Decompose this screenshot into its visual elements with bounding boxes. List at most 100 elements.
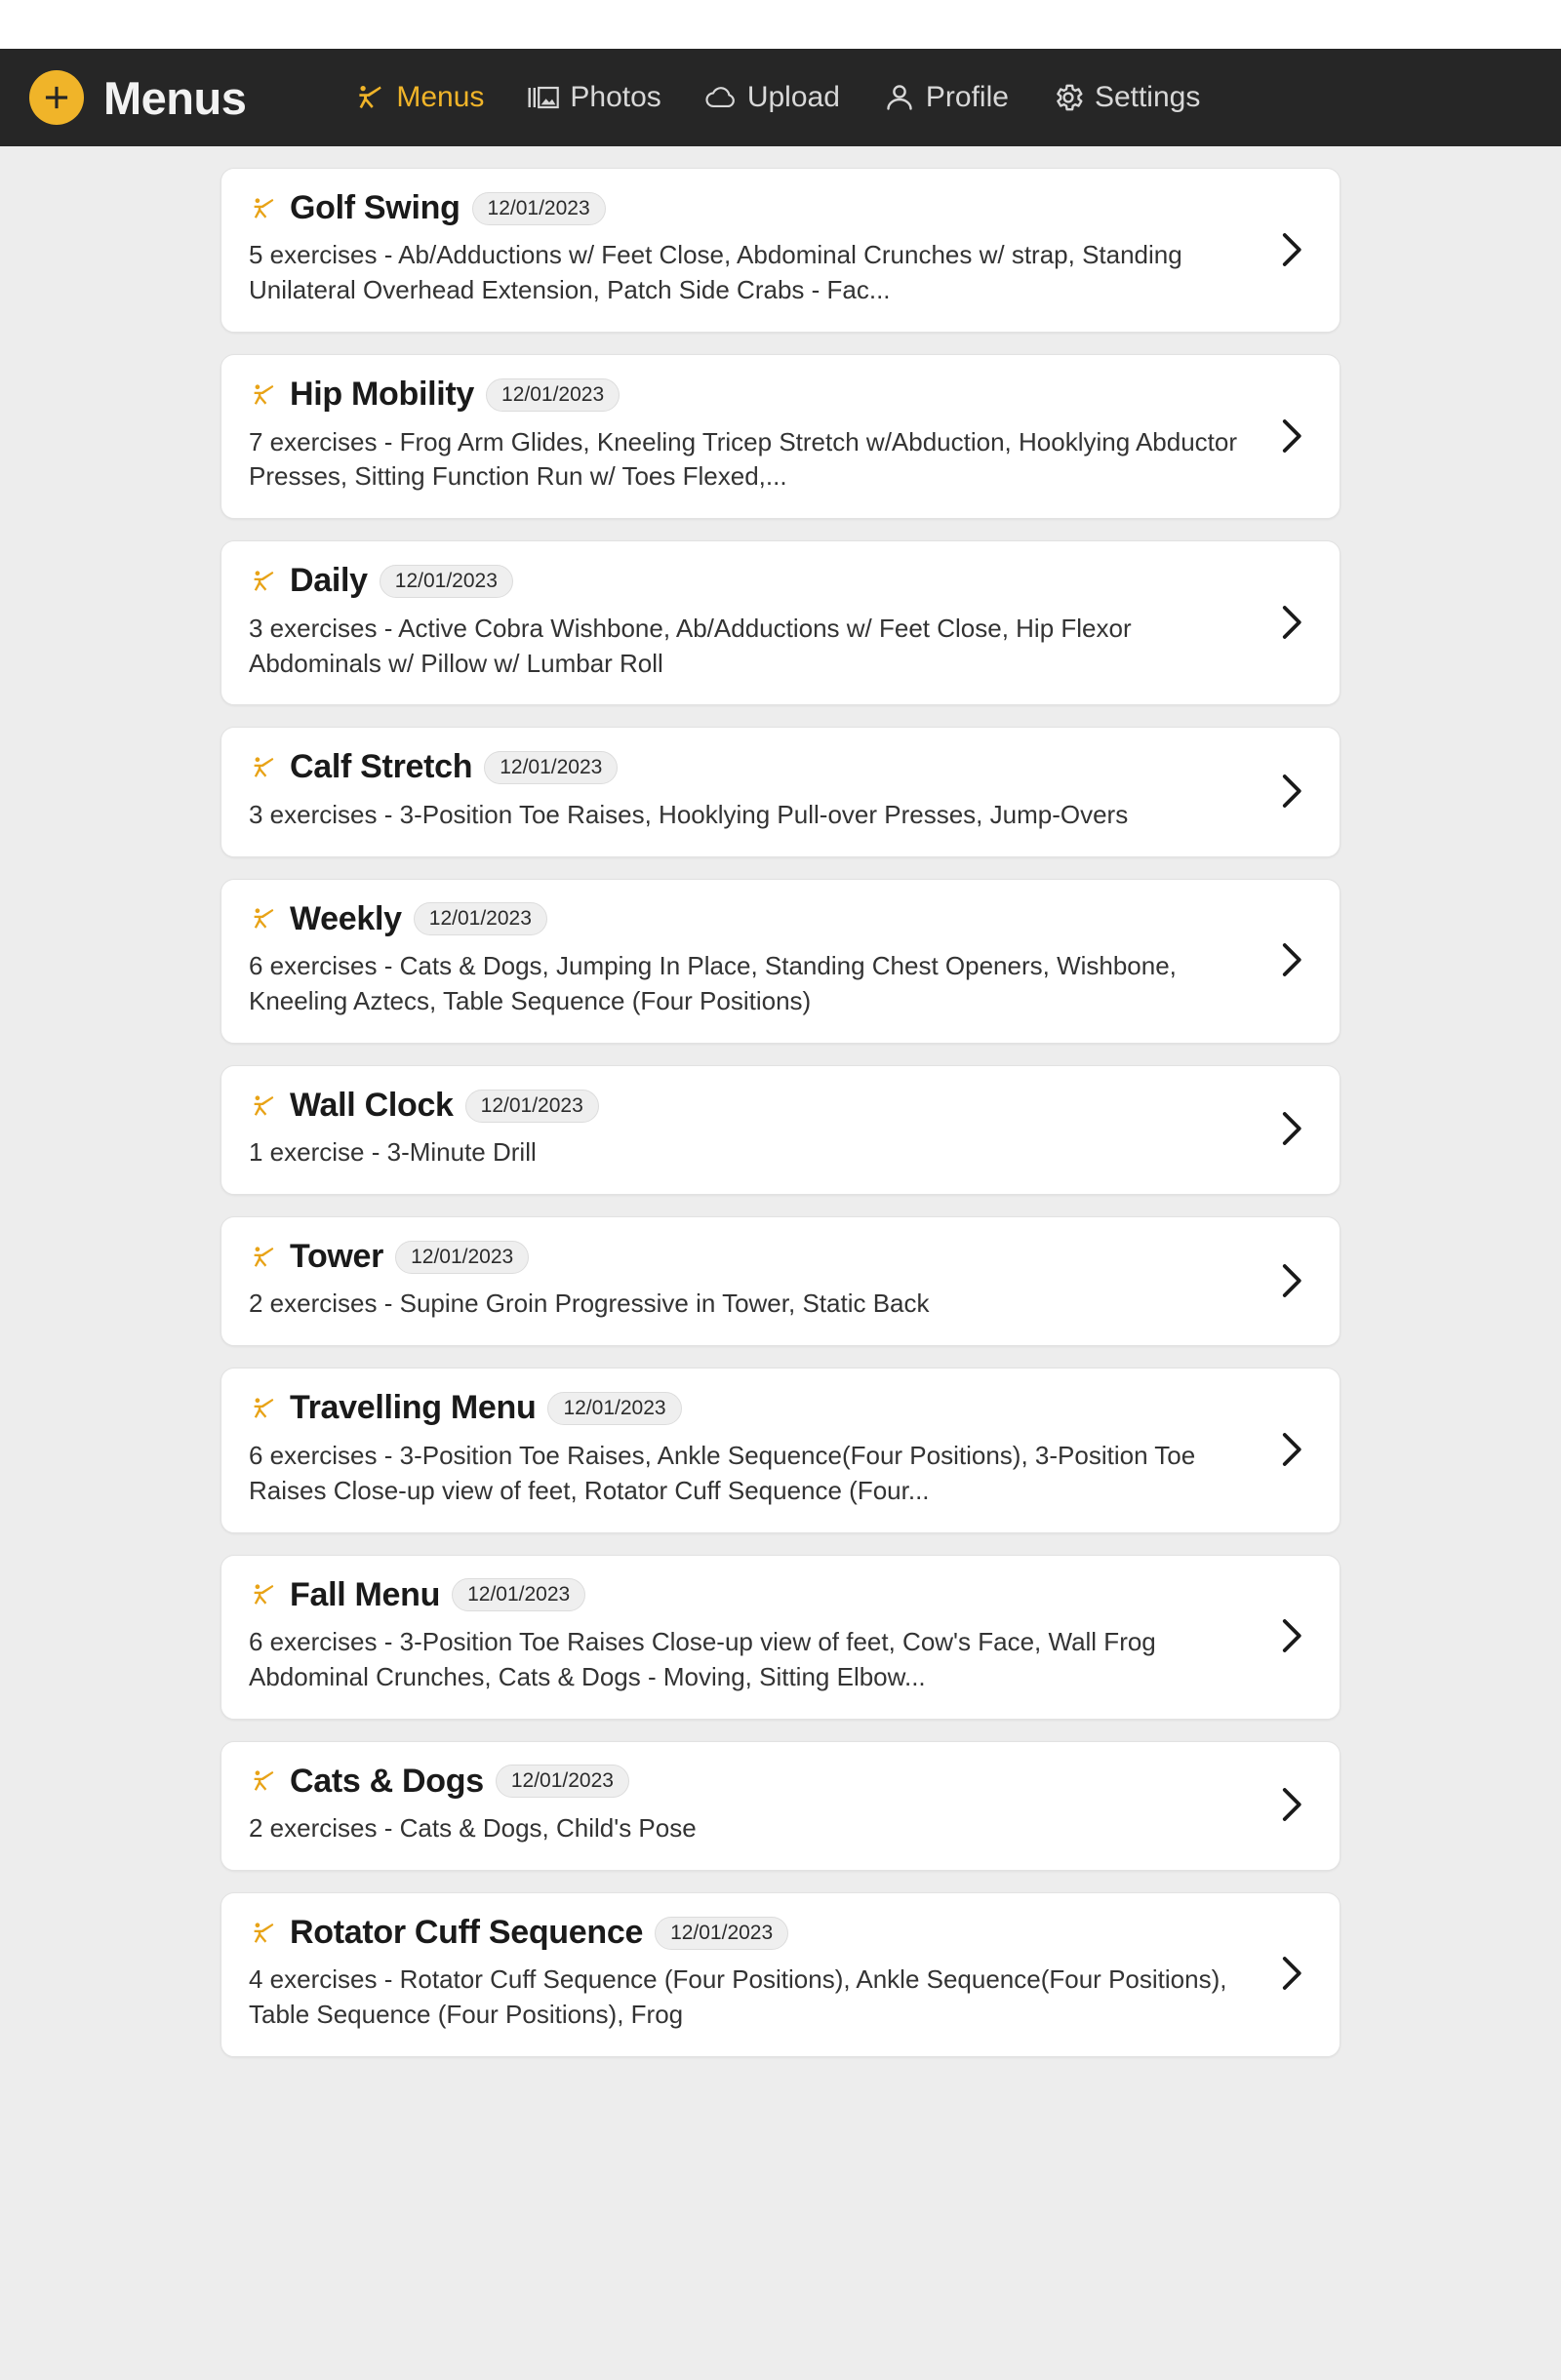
nav-label-settings: Settings: [1094, 81, 1201, 113]
chevron-right-icon[interactable]: [1269, 1952, 1312, 1995]
menu-card-date-badge: 12/01/2023: [395, 1240, 530, 1274]
menu-card-header: Hip Mobility 12/01/2023: [249, 376, 1248, 414]
menu-card[interactable]: Tower 12/01/2023 2 exercises - Supine Gr…: [220, 1216, 1341, 1347]
nav-item-profile[interactable]: Profile: [883, 81, 1009, 114]
photo-gallery-icon: [527, 81, 560, 114]
menu-card-body: Golf Swing 12/01/2023 5 exercises - Ab/A…: [249, 189, 1248, 308]
menu-card-date-badge: 12/01/2023: [379, 564, 513, 598]
menu-card[interactable]: Hip Mobility 12/01/2023 7 exercises - Fr…: [220, 354, 1341, 520]
exercise-person-icon: [249, 1765, 278, 1798]
menu-card-header: Tower 12/01/2023: [249, 1238, 1248, 1276]
menu-card-body: Travelling Menu 12/01/2023 6 exercises -…: [249, 1389, 1248, 1508]
nav-item-settings[interactable]: Settings: [1052, 81, 1200, 114]
menu-card-date-badge: 12/01/2023: [464, 1089, 599, 1123]
menu-card-date-badge: 12/01/2023: [486, 377, 620, 412]
nav-item-menus[interactable]: Menus: [353, 81, 484, 114]
nav-label-profile: Profile: [925, 81, 1009, 113]
menu-card-date-badge: 12/01/2023: [655, 1916, 789, 1950]
chevron-right-icon[interactable]: [1269, 1783, 1312, 1826]
person-icon: [883, 81, 916, 114]
menu-card-header: Fall Menu 12/01/2023: [249, 1576, 1248, 1613]
menu-card-description: 6 exercises - Cats & Dogs, Jumping In Pl…: [249, 951, 1177, 1015]
menu-card-title: Hip Mobility: [290, 376, 475, 414]
exercise-person-icon: [249, 902, 278, 935]
menu-card-body: Rotator Cuff Sequence 12/01/2023 4 exerc…: [249, 1913, 1248, 2033]
menu-card-header: Daily 12/01/2023: [249, 562, 1248, 600]
chevron-right-icon[interactable]: [1269, 1107, 1312, 1150]
menu-card-header: Travelling Menu 12/01/2023: [249, 1389, 1248, 1427]
menu-card-date-badge: 12/01/2023: [484, 751, 619, 785]
menu-card-description: 2 exercises - Supine Groin Progressive i…: [249, 1289, 930, 1319]
brand[interactable]: Menus: [29, 70, 247, 125]
cloud-upload-icon: [704, 81, 738, 114]
menu-card-description: 3 exercises - Active Cobra Wishbone, Ab/…: [249, 613, 1132, 678]
exercise-person-icon: [249, 1241, 278, 1274]
menu-card[interactable]: Cats & Dogs 12/01/2023 2 exercises - Cat…: [220, 1740, 1341, 1871]
menu-card-title: Golf Swing: [290, 189, 460, 226]
menu-card-date-badge: 12/01/2023: [471, 191, 606, 225]
menu-card-description: 1 exercise - 3-Minute Drill: [249, 1137, 537, 1168]
menu-card-description: 6 exercises - 3-Position Toe Raises, Ank…: [249, 1440, 1196, 1505]
menu-card-title: Travelling Menu: [290, 1389, 537, 1427]
menu-card-title: Daily: [290, 562, 368, 600]
menu-card-body: Calf Stretch 12/01/2023 3 exercises - 3-…: [249, 749, 1248, 832]
exercise-person-icon: [249, 565, 278, 598]
exercise-person-icon: [353, 81, 386, 114]
exercise-person-icon: [249, 1090, 278, 1123]
menu-card-title: Rotator Cuff Sequence: [290, 1913, 644, 1951]
menu-card-description: 2 exercises - Cats & Dogs, Child's Pose: [249, 1813, 697, 1844]
menu-card[interactable]: Daily 12/01/2023 3 exercises - Active Co…: [220, 540, 1341, 706]
menu-card-date-badge: 12/01/2023: [452, 1578, 586, 1612]
viewport-top-strip: [0, 0, 1561, 49]
menu-card-description: 6 exercises - 3-Position Toe Raises Clos…: [249, 1626, 1156, 1691]
nav-item-upload[interactable]: Upload: [704, 81, 840, 114]
menu-card[interactable]: Travelling Menu 12/01/2023 6 exercises -…: [220, 1368, 1341, 1533]
menu-card-description: 4 exercises - Rotator Cuff Sequence (Fou…: [249, 1964, 1227, 2030]
menu-card[interactable]: Calf Stretch 12/01/2023 3 exercises - 3-…: [220, 727, 1341, 857]
chevron-right-icon[interactable]: [1269, 1259, 1312, 1302]
menu-card-header: Weekly 12/01/2023: [249, 899, 1248, 937]
menu-card-description: 3 exercises - 3-Position Toe Raises, Hoo…: [249, 799, 1129, 829]
menu-card-title: Calf Stretch: [290, 748, 473, 786]
menu-card-description: 7 exercises - Frog Arm Glides, Kneeling …: [249, 426, 1238, 492]
nav-label-menus: Menus: [396, 81, 485, 113]
menu-card-header: Cats & Dogs 12/01/2023: [249, 1762, 1248, 1800]
nav-item-photos[interactable]: Photos: [527, 81, 661, 114]
menu-card-title: Weekly: [290, 899, 402, 937]
nav-label-photos: Photos: [570, 81, 661, 113]
page-shell: Menus Menus Photos Upload Profile Settin…: [0, 49, 1561, 2380]
chevron-right-icon[interactable]: [1269, 770, 1312, 813]
nav-label-upload: Upload: [746, 81, 840, 113]
menu-card-body: Wall Clock 12/01/2023 1 exercise - 3-Min…: [249, 1086, 1248, 1170]
menu-card[interactable]: Weekly 12/01/2023 6 exercises - Cats & D…: [220, 878, 1341, 1044]
menu-card-body: Cats & Dogs 12/01/2023 2 exercises - Cat…: [249, 1762, 1248, 1846]
exercise-person-icon: [249, 751, 278, 784]
exercise-person-icon: [249, 1917, 278, 1950]
menu-list: Golf Swing 12/01/2023 5 exercises - Ab/A…: [0, 146, 1561, 2058]
exercise-person-icon: [249, 1392, 278, 1425]
chevron-right-icon[interactable]: [1269, 1614, 1312, 1657]
menu-card[interactable]: Fall Menu 12/01/2023 6 exercises - 3-Pos…: [220, 1554, 1341, 1720]
menu-card-date-badge: 12/01/2023: [413, 902, 547, 936]
menu-card-body: Tower 12/01/2023 2 exercises - Supine Gr…: [249, 1238, 1248, 1322]
menu-card-title: Tower: [290, 1238, 384, 1276]
chevron-right-icon[interactable]: [1269, 1428, 1312, 1471]
exercise-person-icon: [249, 1578, 278, 1611]
menu-card[interactable]: Golf Swing 12/01/2023 5 exercises - Ab/A…: [220, 168, 1341, 334]
gear-icon: [1052, 81, 1085, 114]
menu-card-header: Calf Stretch 12/01/2023: [249, 749, 1248, 785]
chevron-right-icon[interactable]: [1269, 228, 1312, 271]
chevron-right-icon[interactable]: [1269, 938, 1312, 981]
menu-card-title: Cats & Dogs: [290, 1762, 484, 1800]
menu-card-date-badge: 12/01/2023: [547, 1392, 682, 1426]
menu-card[interactable]: Wall Clock 12/01/2023 1 exercise - 3-Min…: [220, 1064, 1341, 1196]
exercise-person-icon: [249, 378, 278, 412]
menu-card-body: Daily 12/01/2023 3 exercises - Active Co…: [249, 562, 1248, 681]
menu-card-title: Wall Clock: [290, 1086, 454, 1124]
chevron-right-icon[interactable]: [1269, 601, 1312, 644]
app-root: Menus Menus Photos Upload Profile Settin…: [0, 0, 1561, 2380]
chevron-right-icon[interactable]: [1269, 415, 1312, 457]
plus-circle-icon: [29, 70, 84, 125]
brand-title: Menus: [103, 71, 247, 124]
menu-card[interactable]: Rotator Cuff Sequence 12/01/2023 4 exerc…: [220, 1891, 1341, 2058]
